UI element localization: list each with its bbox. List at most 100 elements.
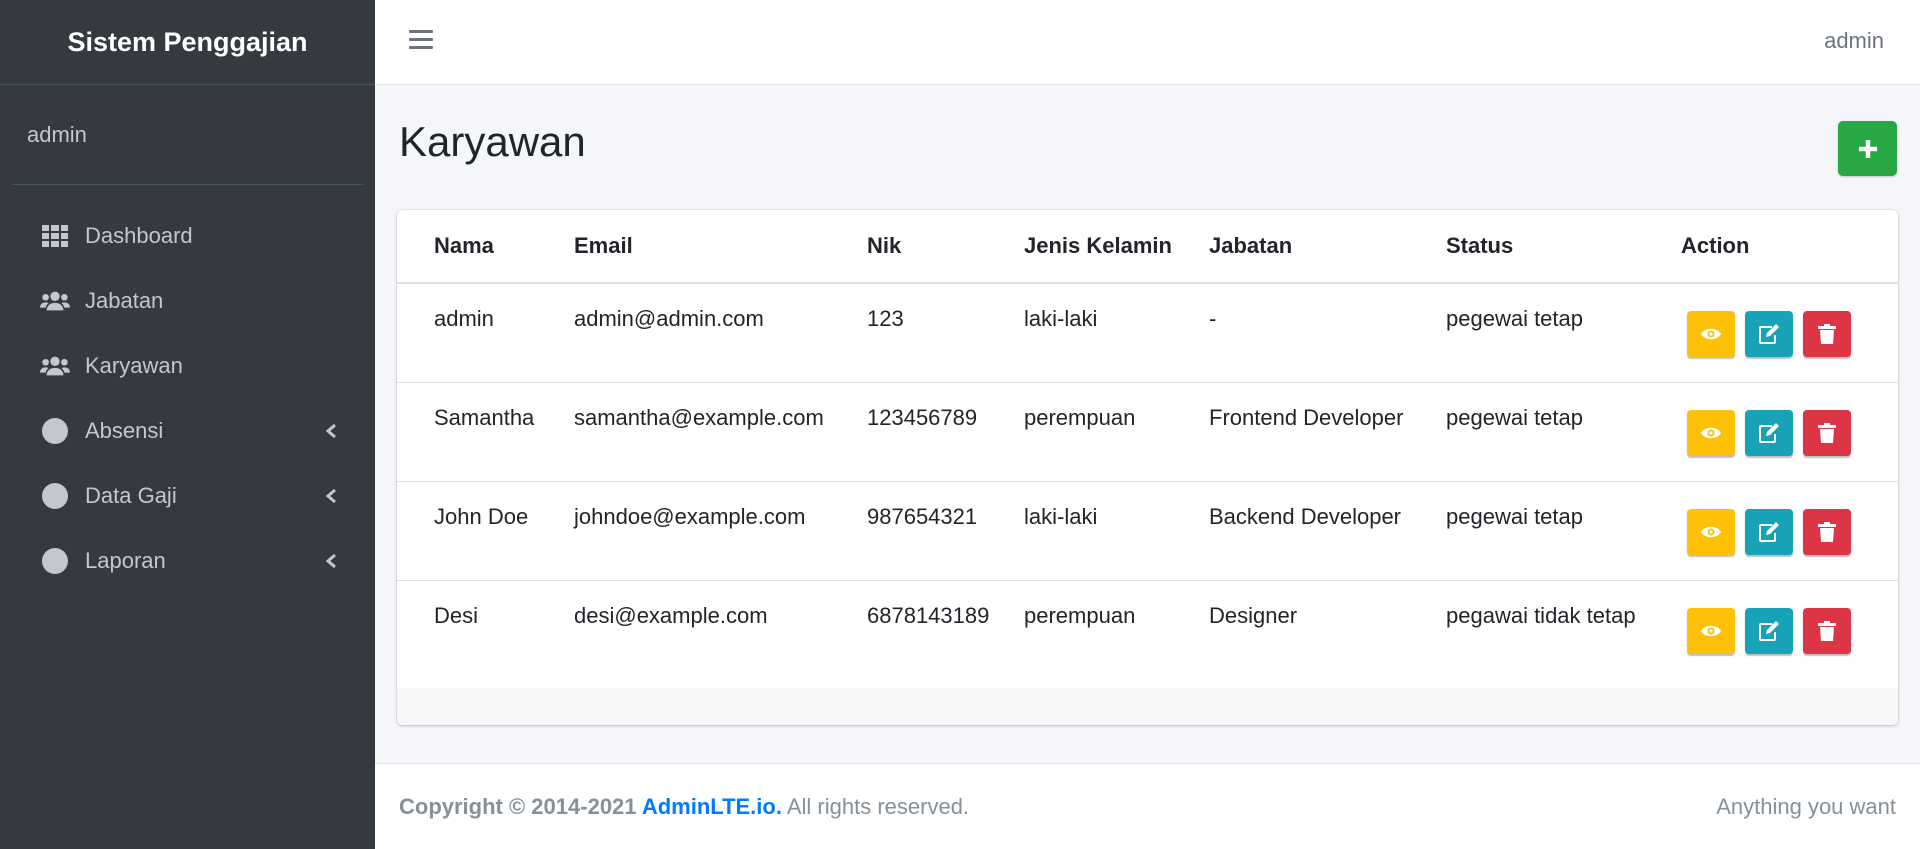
cell-action [1681, 382, 1898, 482]
trash-icon [1818, 324, 1836, 344]
chevron-left-icon [325, 553, 336, 568]
cell-nama: John Doe [397, 481, 574, 581]
footer-right-text: Anything you want [1716, 794, 1896, 819]
cell-jenis-kelamin: laki-laki [1024, 283, 1209, 383]
add-button[interactable] [1838, 121, 1897, 176]
sidebar-nav: Dashboard Jabatan Karyawan Absensi Data … [0, 185, 375, 593]
grid-icon [40, 221, 70, 251]
delete-button[interactable] [1803, 607, 1851, 654]
trash-icon [1818, 521, 1836, 542]
users-icon [40, 351, 70, 381]
cell-status: pegawai tidak tetap [1446, 602, 1636, 628]
page-title: Karyawan [399, 118, 586, 165]
header-user-link[interactable]: admin [1824, 28, 1884, 54]
eye-icon [1701, 328, 1721, 340]
cell-status: pegewai tetap [1446, 283, 1681, 383]
menu-toggle-icon[interactable] [409, 30, 433, 54]
edit-button[interactable] [1745, 409, 1793, 456]
cell-action [1681, 283, 1898, 383]
cell-action [1681, 580, 1898, 679]
table-row: Samantha samantha@example.com 123456789 … [397, 382, 1898, 482]
edit-button[interactable] [1745, 311, 1793, 357]
view-button[interactable] [1687, 607, 1735, 654]
sidebar-item-label: Jabatan [85, 287, 164, 313]
eye-icon [1701, 427, 1721, 438]
card-footer [397, 688, 1898, 725]
column-header-jabatan: Jabatan [1209, 210, 1446, 284]
chevron-left-icon [325, 488, 336, 503]
cell-action [1681, 481, 1898, 581]
cell-jabatan: Designer [1209, 602, 1298, 628]
cell-nik: 987654321 [867, 481, 1024, 581]
sidebar-item-label: Karyawan [85, 352, 183, 378]
employee-card: Nama Email Nik Jenis Kelamin Jabatan Sta… [397, 210, 1898, 725]
sidebar-item-label: Dashboard [85, 222, 193, 248]
cell-nama: admin [397, 283, 574, 383]
cell-nama: Samantha [397, 382, 574, 482]
sidebar-user[interactable]: admin [12, 85, 363, 185]
circle-icon [40, 481, 70, 511]
main-content: Karyawan Nama Email Nik Jenis Kelamin Ja… [375, 85, 1920, 763]
table-header-row: Nama Email Nik Jenis Kelamin Jabatan Sta… [397, 210, 1898, 284]
delete-button[interactable] [1803, 311, 1851, 357]
view-button[interactable] [1687, 409, 1735, 456]
circle-icon [40, 416, 70, 446]
trash-icon [1818, 620, 1836, 641]
trash-icon [1818, 422, 1836, 443]
edit-icon [1759, 620, 1779, 641]
table-row: admin admin@admin.com 123 laki-laki - pe… [397, 283, 1898, 383]
table-row: Desi desi@example.com 6878143189 perempu… [397, 580, 1898, 679]
view-button[interactable] [1687, 508, 1735, 555]
cell-jabatan: Frontend Developer [1209, 382, 1446, 482]
cell-email: johndoe@example.com [574, 481, 867, 581]
cell-email: desi@example.com [574, 602, 768, 628]
edit-icon [1759, 422, 1779, 443]
eye-icon [1701, 625, 1721, 636]
sidebar-item-label: Laporan [85, 547, 166, 573]
edit-icon [1759, 521, 1779, 542]
sidebar-item-dashboard[interactable]: Dashboard [0, 203, 375, 268]
employee-table: Nama Email Nik Jenis Kelamin Jabatan Sta… [397, 210, 1898, 679]
cell-jabatan: - [1209, 283, 1446, 383]
sidebar-item-karyawan[interactable]: Karyawan [0, 333, 375, 398]
sidebar-item-laporan[interactable]: Laporan [0, 528, 375, 593]
cell-status: pegewai tetap [1446, 382, 1681, 482]
cell-nik: 6878143189 [867, 602, 990, 628]
cell-jenis-kelamin: perempuan [1024, 382, 1209, 482]
plus-icon [1858, 139, 1877, 158]
chevron-left-icon [325, 423, 336, 438]
cell-jabatan: Backend Developer [1209, 481, 1446, 581]
delete-button[interactable] [1803, 409, 1851, 456]
rights-text: All rights reserved. [781, 794, 970, 819]
footer-copyright: Copyright © 2014-2021 AdminLTE.io. All r… [399, 794, 969, 820]
sidebar: Sistem Penggajian admin Dashboard Jabata… [0, 0, 375, 849]
page-footer: Copyright © 2014-2021 AdminLTE.io. All r… [375, 763, 1920, 849]
copyright-text: Copyright © 2014-2021 [399, 794, 642, 819]
sidebar-item-data-gaji[interactable]: Data Gaji [0, 463, 375, 528]
column-header-status: Status [1446, 210, 1681, 284]
eye-icon [1701, 526, 1721, 537]
users-icon [40, 286, 70, 316]
cell-jenis-kelamin: laki-laki [1024, 481, 1209, 581]
cell-email: samantha@example.com [574, 382, 867, 482]
cell-status: pegewai tetap [1446, 481, 1681, 581]
sidebar-item-jabatan[interactable]: Jabatan [0, 268, 375, 333]
view-button[interactable] [1687, 311, 1735, 357]
edit-button[interactable] [1745, 607, 1793, 654]
column-header-nik: Nik [867, 210, 1024, 284]
sidebar-item-label: Absensi [85, 417, 164, 443]
table-row: John Doe johndoe@example.com 987654321 l… [397, 481, 1898, 581]
cell-nik: 123 [867, 283, 1024, 383]
column-header-action: Action [1681, 210, 1898, 284]
circle-icon [40, 546, 70, 576]
top-navbar: admin [375, 0, 1920, 85]
cell-nama: Desi [434, 602, 479, 628]
edit-button[interactable] [1745, 508, 1793, 555]
delete-button[interactable] [1803, 508, 1851, 555]
cell-jenis-kelamin: perempuan [1024, 602, 1136, 628]
column-header-nama: Nama [397, 210, 574, 284]
brand-title[interactable]: Sistem Penggajian [0, 0, 375, 85]
sidebar-item-absensi[interactable]: Absensi [0, 398, 375, 463]
adminlte-link[interactable]: AdminLTE.io. [642, 794, 782, 819]
cell-email: admin@admin.com [574, 283, 867, 383]
